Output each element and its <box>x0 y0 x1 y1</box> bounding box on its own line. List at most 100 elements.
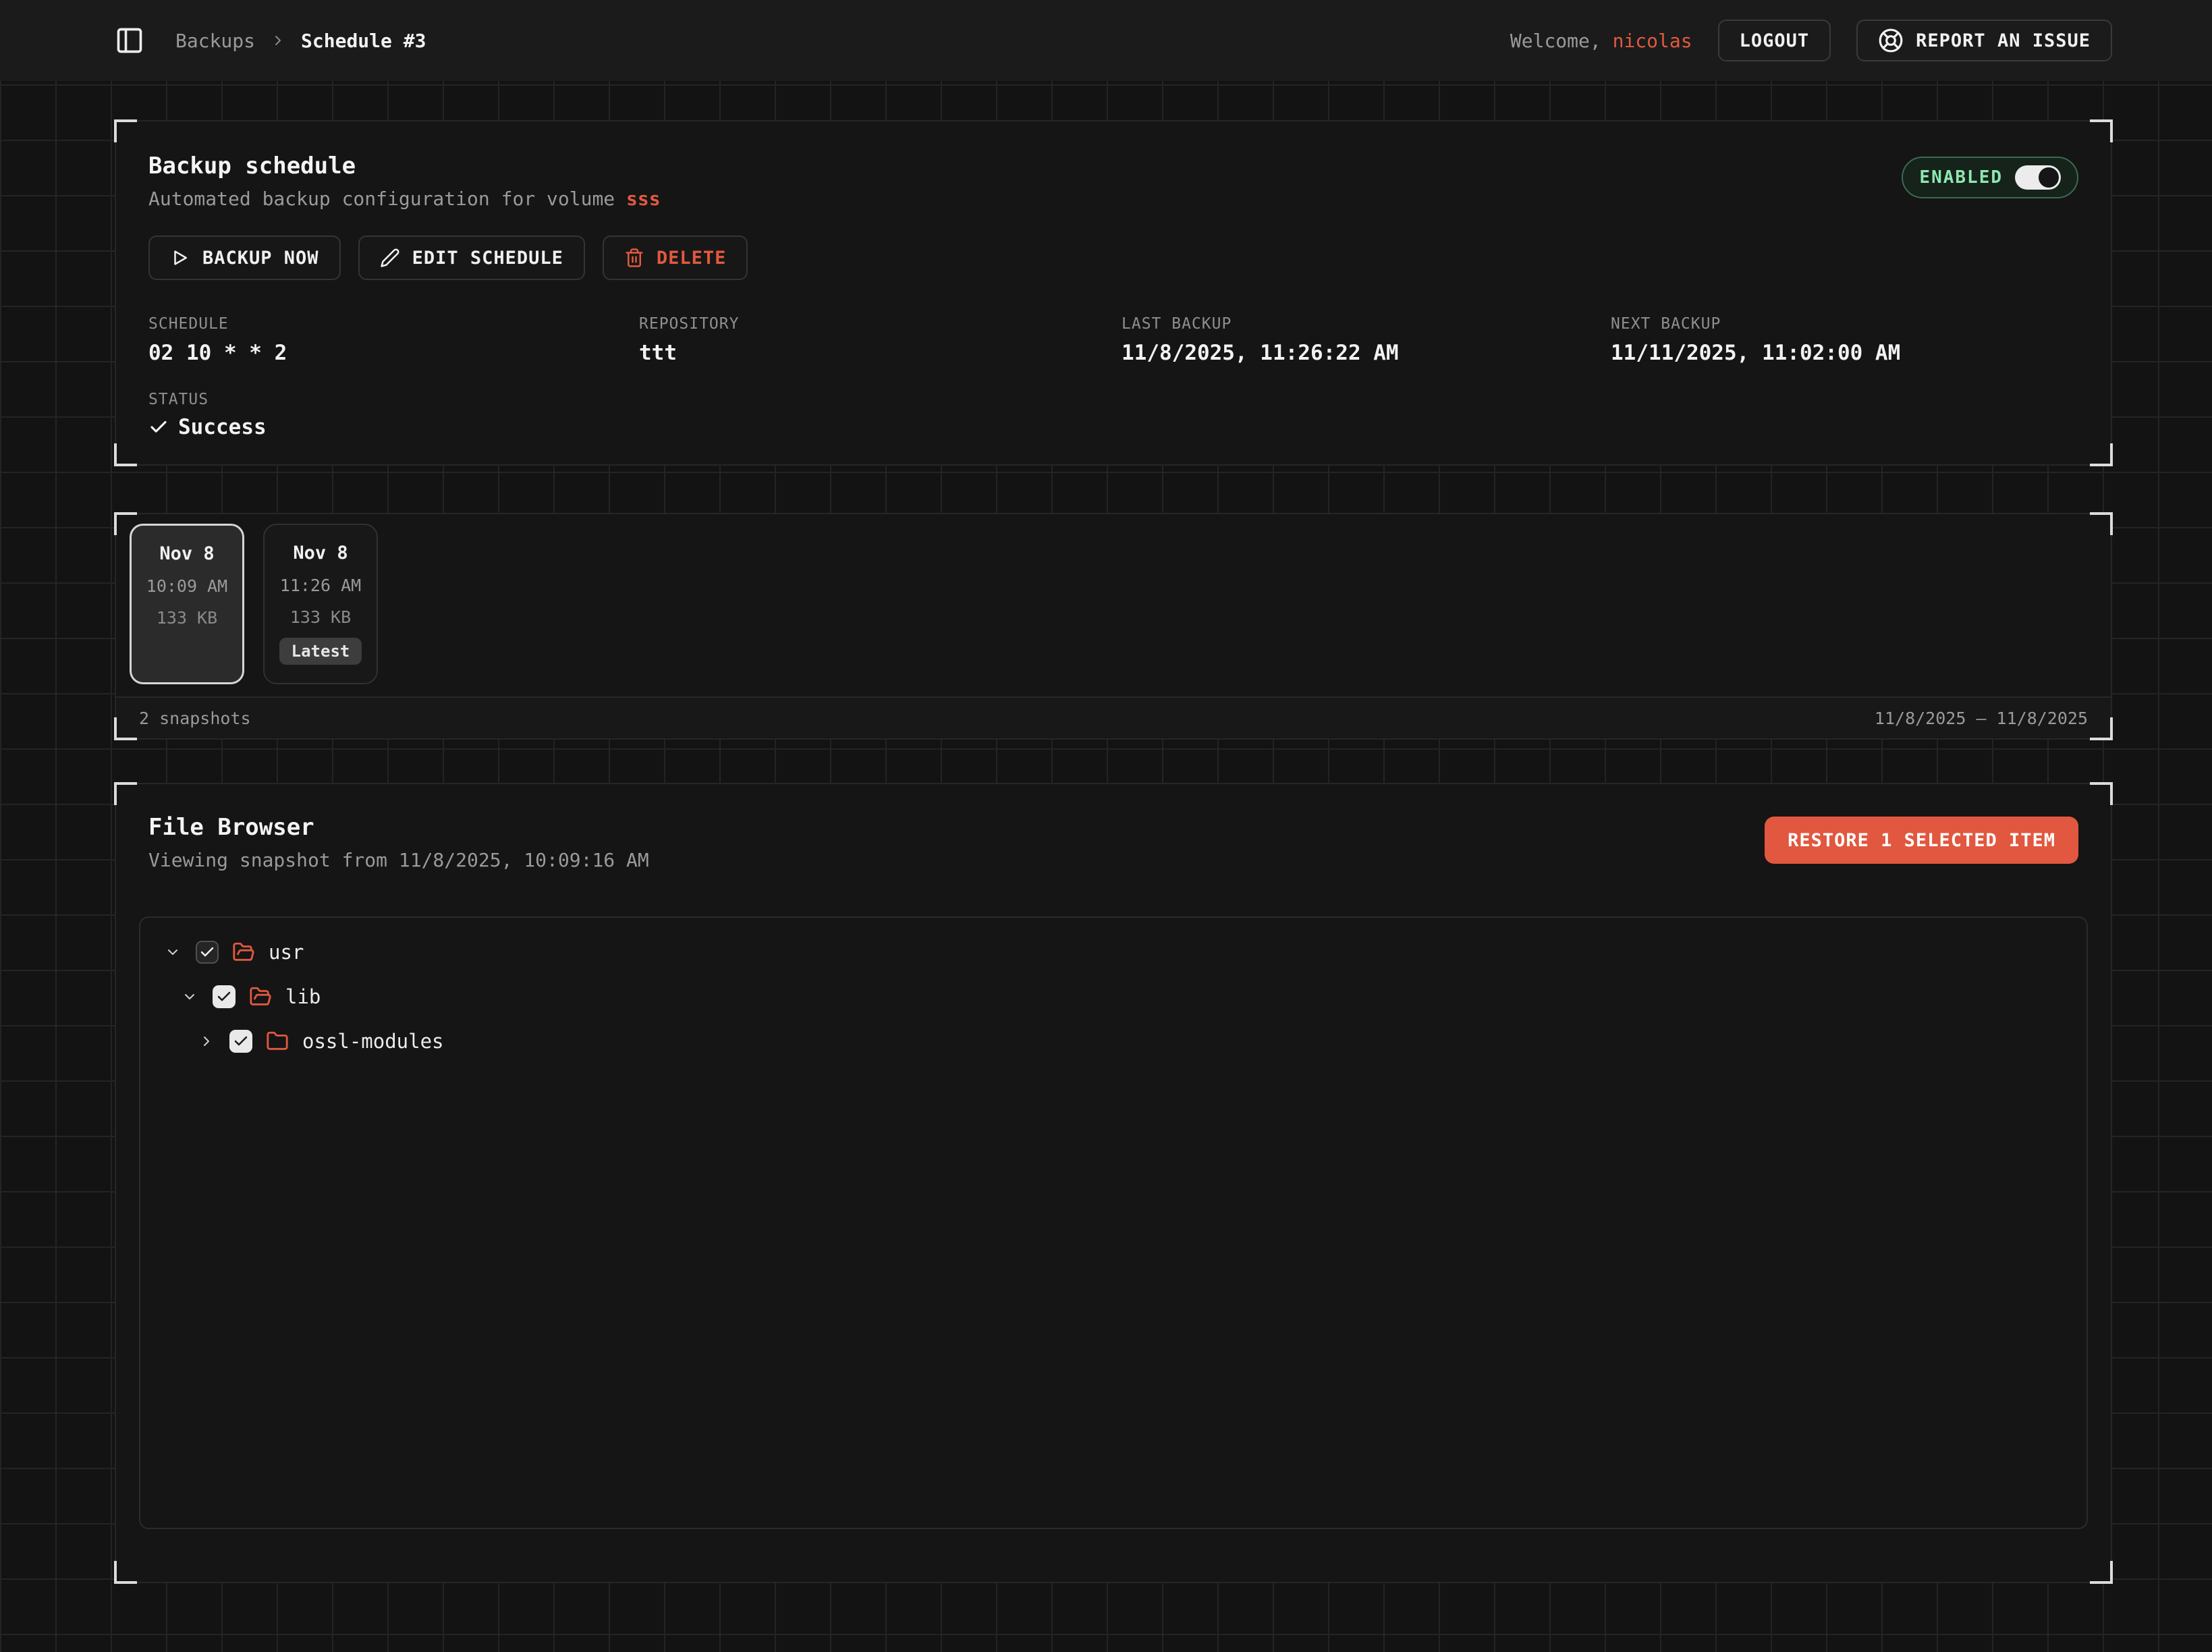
field-next-backup: NEXT BACKUP 11/11/2025, 11:02:00 AM <box>1611 315 2078 365</box>
folder-open-icon <box>249 985 272 1008</box>
corner-bracket <box>2090 512 2113 535</box>
play-icon <box>170 248 190 268</box>
schedule-actions: BACKUP NOW EDIT SCHEDULE DELETE <box>148 236 2078 280</box>
file-browser-title: File Browser <box>148 814 649 841</box>
snapshot-size: 133 KB <box>265 607 377 627</box>
field-repository-label: REPOSITORY <box>639 315 1122 333</box>
report-issue-button-label: REPORT AN ISSUE <box>1916 30 2091 51</box>
corner-bracket <box>114 717 137 740</box>
field-next-backup-label: NEXT BACKUP <box>1611 315 2078 333</box>
enabled-toggle-label: ENABLED <box>1919 167 2003 188</box>
file-tree-panel: usr lib ossl-modules <box>139 916 2088 1529</box>
schedule-card-title: Backup schedule <box>148 153 661 180</box>
breadcrumb: Backups Schedule #3 <box>175 30 426 52</box>
chevron-right-icon <box>270 32 286 49</box>
pencil-icon <box>380 248 400 268</box>
folder-open-icon <box>232 941 255 964</box>
corner-bracket <box>2090 119 2113 142</box>
tree-row-lib[interactable]: lib <box>140 974 2086 1019</box>
snapshot-date: Nov 8 <box>265 543 377 563</box>
corner-bracket <box>114 512 137 535</box>
field-last-backup-label: LAST BACKUP <box>1122 315 1611 333</box>
tree-label-usr: usr <box>269 941 304 964</box>
file-browser-card: File Browser Viewing snapshot from 11/8/… <box>115 783 2112 1583</box>
snapshot-date: Nov 8 <box>132 543 242 564</box>
tree-label-lib: lib <box>285 985 321 1008</box>
edit-schedule-label: EDIT SCHEDULE <box>412 248 563 269</box>
field-next-backup-value: 11/11/2025, 11:02:00 AM <box>1611 341 2078 365</box>
welcome-text: Welcome, nicolas <box>1510 30 1692 52</box>
breadcrumb-backups[interactable]: Backups <box>175 30 255 52</box>
backup-now-button[interactable]: BACKUP NOW <box>148 236 341 280</box>
breadcrumb-current-page: Schedule #3 <box>301 30 426 52</box>
top-bar: Backups Schedule #3 Welcome, nicolas LOG… <box>0 0 2212 81</box>
backup-now-label: BACKUP NOW <box>202 248 319 269</box>
report-issue-button[interactable]: REPORT AN ISSUE <box>1856 20 2112 61</box>
field-last-backup-value: 11/8/2025, 11:26:22 AM <box>1122 341 1611 365</box>
delete-label: DELETE <box>657 248 727 269</box>
life-buoy-icon <box>1878 28 1904 53</box>
panel-left-icon <box>115 26 144 55</box>
backup-app-page: { "header": { "breadcrumb": { "section":… <box>0 0 2212 1652</box>
checkbox-usr[interactable] <box>196 941 219 964</box>
snapshot-time: 10:09 AM <box>132 576 242 596</box>
corner-bracket <box>114 1561 137 1584</box>
corner-bracket <box>2090 443 2113 466</box>
chevron-down-icon[interactable] <box>165 944 181 960</box>
logout-button[interactable]: LOGOUT <box>1718 20 1831 61</box>
snapshots-card: Nov 8 10:09 AM 133 KB Nov 8 11:26 AM 133… <box>115 513 2112 740</box>
file-browser-heading: File Browser Viewing snapshot from 11/8/… <box>148 814 649 871</box>
field-schedule-label: SCHEDULE <box>148 315 639 333</box>
status-value: Success <box>148 415 2078 439</box>
snapshot-date-range: 11/8/2025 – 11/8/2025 <box>1875 709 2088 728</box>
field-repository-value: ttt <box>639 341 1122 365</box>
volume-name: sss <box>626 188 661 210</box>
field-repository: REPOSITORY ttt <box>639 315 1122 365</box>
corner-bracket <box>114 443 137 466</box>
snapshot-footer: 2 snapshots 11/8/2025 – 11/8/2025 <box>116 696 2111 738</box>
snapshot-time: 11:26 AM <box>265 576 377 595</box>
field-schedule: SCHEDULE 02 10 * * 2 <box>148 315 639 365</box>
chevron-right-icon[interactable] <box>198 1033 215 1049</box>
snapshot-strip: Nov 8 10:09 AM 133 KB Nov 8 11:26 AM 133… <box>116 514 2111 694</box>
snapshot-card-latest[interactable]: Nov 8 11:26 AM 133 KB Latest <box>263 524 378 684</box>
logout-button-label: LOGOUT <box>1740 30 1810 51</box>
status-text: Success <box>178 415 267 439</box>
corner-bracket <box>2090 782 2113 805</box>
toggle-knob <box>2039 167 2059 188</box>
checkbox-ossl-modules[interactable] <box>229 1030 252 1053</box>
backup-schedule-card: Backup schedule Automated backup configu… <box>115 120 2112 466</box>
username: nicolas <box>1613 30 1692 52</box>
sidebar-toggle-button[interactable] <box>115 26 144 55</box>
latest-badge: Latest <box>279 638 362 665</box>
corner-bracket <box>2090 1561 2113 1584</box>
corner-bracket <box>114 119 137 142</box>
edit-schedule-button[interactable]: EDIT SCHEDULE <box>358 236 585 280</box>
tree-row-usr[interactable]: usr <box>140 930 2086 974</box>
snapshot-count: 2 snapshots <box>139 709 251 728</box>
chevron-down-icon[interactable] <box>182 989 198 1005</box>
restore-button[interactable]: RESTORE 1 SELECTED ITEM <box>1765 817 2078 864</box>
delete-button[interactable]: DELETE <box>603 236 748 280</box>
restore-button-label: RESTORE 1 SELECTED ITEM <box>1788 830 2055 851</box>
status-block: STATUS Success <box>148 391 2078 439</box>
trash-icon <box>624 248 644 268</box>
check-icon <box>148 417 169 437</box>
corner-bracket <box>2090 717 2113 740</box>
checkbox-lib[interactable] <box>213 985 236 1008</box>
field-schedule-value: 02 10 * * 2 <box>148 341 639 365</box>
file-browser-subtitle: Viewing snapshot from 11/8/2025, 10:09:1… <box>148 849 649 871</box>
schedule-card-subtitle: Automated backup configuration for volum… <box>148 188 661 210</box>
tree-row-ossl-modules[interactable]: ossl-modules <box>140 1019 2086 1064</box>
tree-label-ossl-modules: ossl-modules <box>302 1030 444 1053</box>
toggle-switch[interactable] <box>2015 165 2061 190</box>
top-bar-right: Welcome, nicolas LOGOUT REPORT AN ISSUE <box>1510 20 2112 61</box>
status-label: STATUS <box>148 391 2078 408</box>
enabled-toggle[interactable]: ENABLED <box>1902 157 2078 198</box>
folder-icon <box>266 1030 289 1053</box>
field-last-backup: LAST BACKUP 11/8/2025, 11:26:22 AM <box>1122 315 1611 365</box>
schedule-card-heading: Backup schedule Automated backup configu… <box>148 153 661 210</box>
corner-bracket <box>114 782 137 805</box>
snapshot-size: 133 KB <box>132 608 242 628</box>
snapshot-card-selected[interactable]: Nov 8 10:09 AM 133 KB <box>130 524 244 684</box>
